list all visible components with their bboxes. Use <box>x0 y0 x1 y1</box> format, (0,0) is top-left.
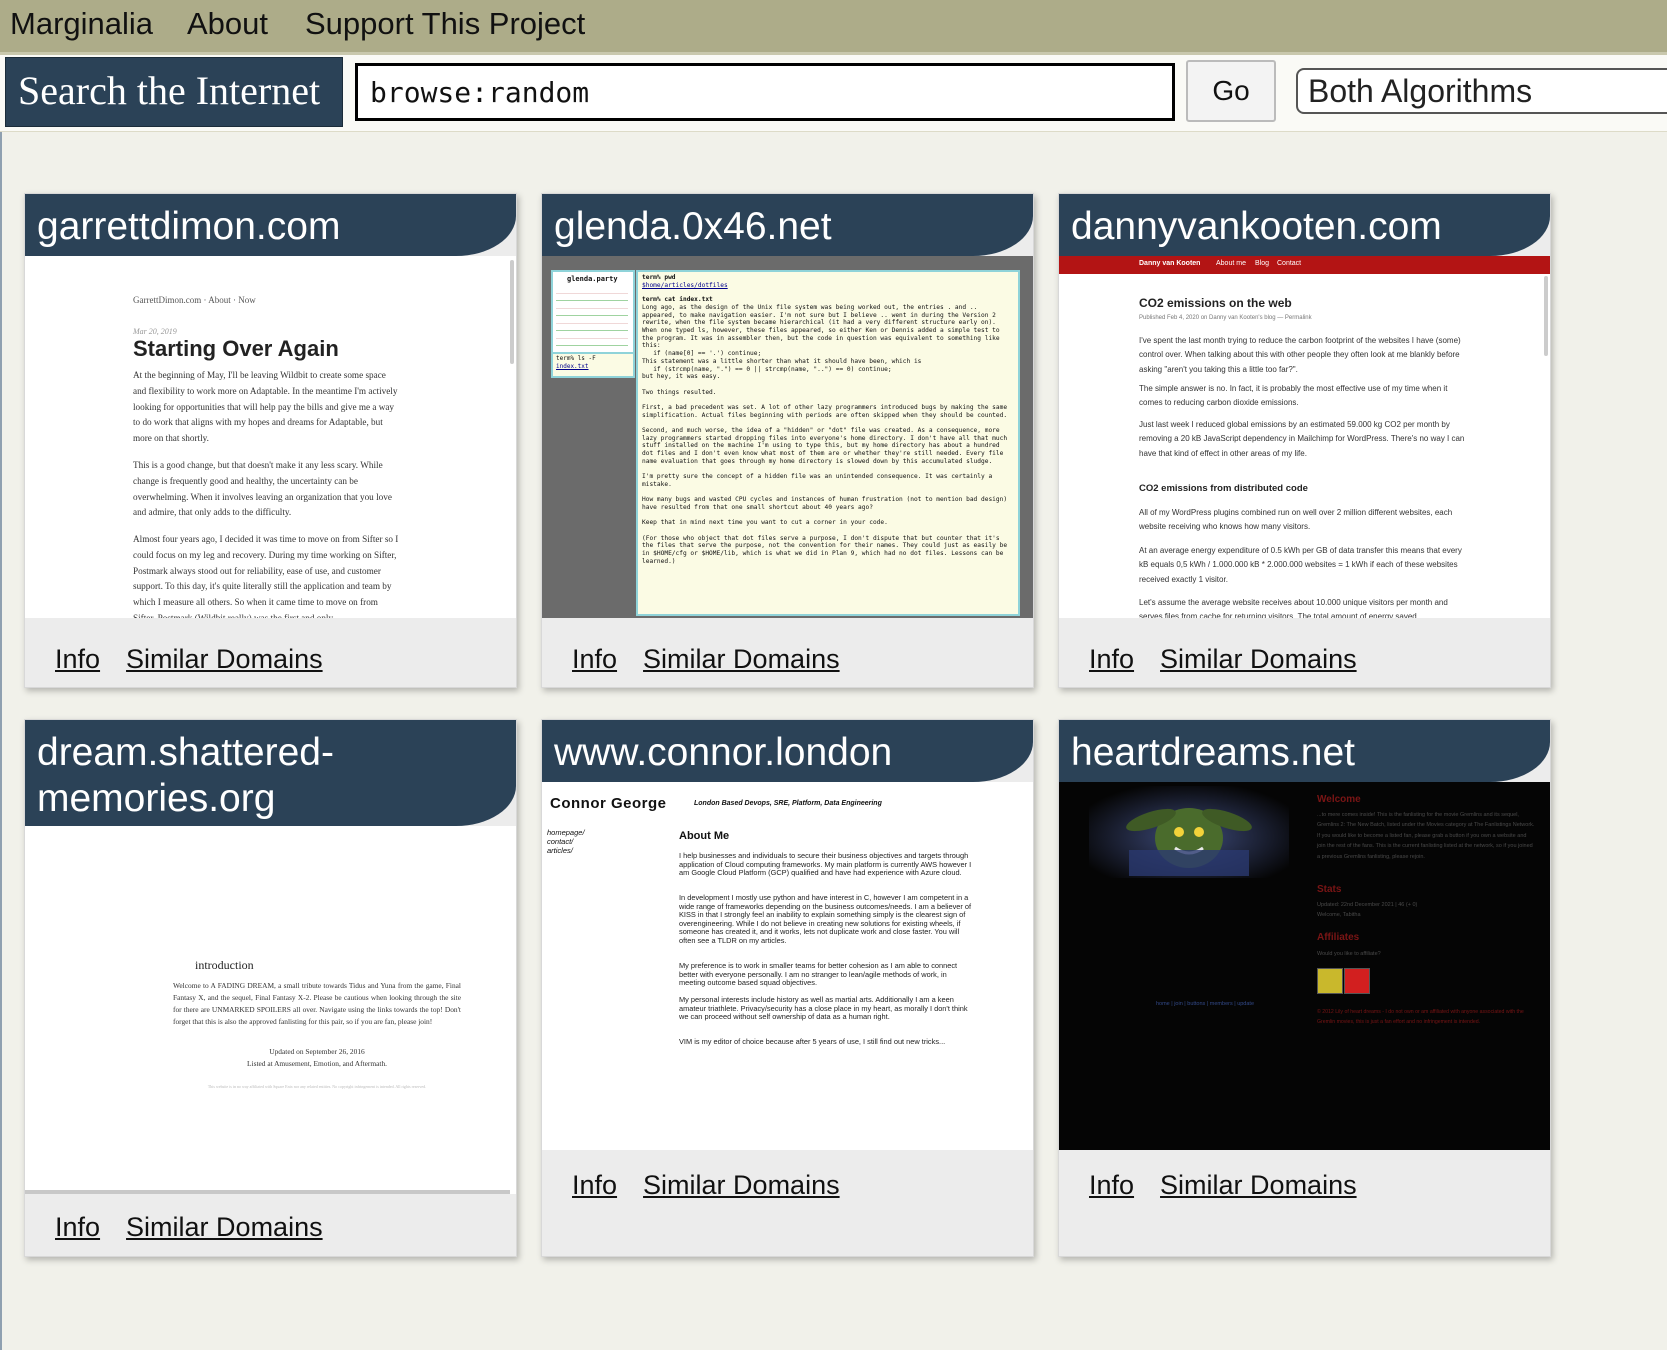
info-link[interactable]: Info <box>55 1212 100 1242</box>
card-domain-title[interactable]: garrettdimon.com <box>25 194 516 256</box>
result-card: heartdreams.net Welcome ...to mere comes… <box>1058 719 1551 1257</box>
similar-domains-link[interactable]: Similar Domains <box>1160 644 1357 674</box>
info-link[interactable]: Info <box>1089 1170 1134 1200</box>
similar-domains-link[interactable]: Similar Domains <box>1160 1170 1357 1200</box>
top-nav: Marginalia About Support This Project <box>0 0 1667 55</box>
nav-about[interactable]: About <box>187 6 268 42</box>
connor-link-articles: articles/ <box>547 846 573 855</box>
site-screenshot[interactable]: Danny van Kooten About me Blog Contact C… <box>1059 256 1550 618</box>
card-domain-title[interactable]: glenda.0x46.net <box>542 194 1033 256</box>
site-screenshot[interactable]: introduction Welcome to A FADING DREAM, … <box>25 826 516 1194</box>
result-card: garrettdimon.com GarrettDimon.com · Abou… <box>24 193 517 688</box>
affiliate-button-1 <box>1317 968 1343 994</box>
connor-link-contact: contact/ <box>547 837 574 846</box>
search-input[interactable] <box>355 63 1175 121</box>
connor-link-homepage: homepage/ <box>547 828 585 837</box>
card-domain-title[interactable]: dream.shattered-memories.org <box>25 720 516 826</box>
go-button[interactable]: Go <box>1186 60 1276 122</box>
similar-domains-link[interactable]: Similar Domains <box>126 644 323 674</box>
site-screenshot[interactable]: glenda.party term% ls -F index.txt term%… <box>542 256 1033 618</box>
card-domain-title[interactable]: dannyvankooten.com <box>1059 194 1550 256</box>
affiliate-button-2 <box>1344 968 1370 994</box>
result-card: www.connor.london Connor George London B… <box>541 719 1034 1257</box>
page-left-border <box>0 0 2 1350</box>
info-link[interactable]: Info <box>1089 644 1134 674</box>
gremlin-artwork <box>1089 786 1289 878</box>
search-label: Search the Internet <box>5 57 343 127</box>
result-card: dream.shattered-memories.org introductio… <box>24 719 517 1257</box>
similar-domains-link[interactable]: Similar Domains <box>643 644 840 674</box>
info-link[interactable]: Info <box>572 644 617 674</box>
result-card: dannyvankooten.com Danny van Kooten Abou… <box>1058 193 1551 688</box>
similar-domains-link[interactable]: Similar Domains <box>126 1212 323 1242</box>
site-screenshot[interactable]: GarrettDimon.com · About · Now Mar 20, 2… <box>25 256 516 618</box>
site-screenshot[interactable]: Welcome ...to mere comes inside! This is… <box>1059 782 1550 1150</box>
card-domain-title[interactable]: www.connor.london <box>542 720 1033 782</box>
algorithm-select[interactable]: Both Algorithms <box>1296 68 1667 114</box>
result-card: glenda.0x46.net glenda.party term% ls -F… <box>541 193 1034 688</box>
info-link[interactable]: Info <box>55 644 100 674</box>
nav-marginalia[interactable]: Marginalia <box>10 6 153 42</box>
site-screenshot[interactable]: Connor George London Based Devops, SRE, … <box>542 782 1033 1150</box>
similar-domains-link[interactable]: Similar Domains <box>643 1170 840 1200</box>
nav-support[interactable]: Support This Project <box>305 6 585 42</box>
card-domain-title[interactable]: heartdreams.net <box>1059 720 1550 782</box>
info-link[interactable]: Info <box>572 1170 617 1200</box>
search-bar: Search the Internet Go Both Algorithms <box>0 55 1667 132</box>
